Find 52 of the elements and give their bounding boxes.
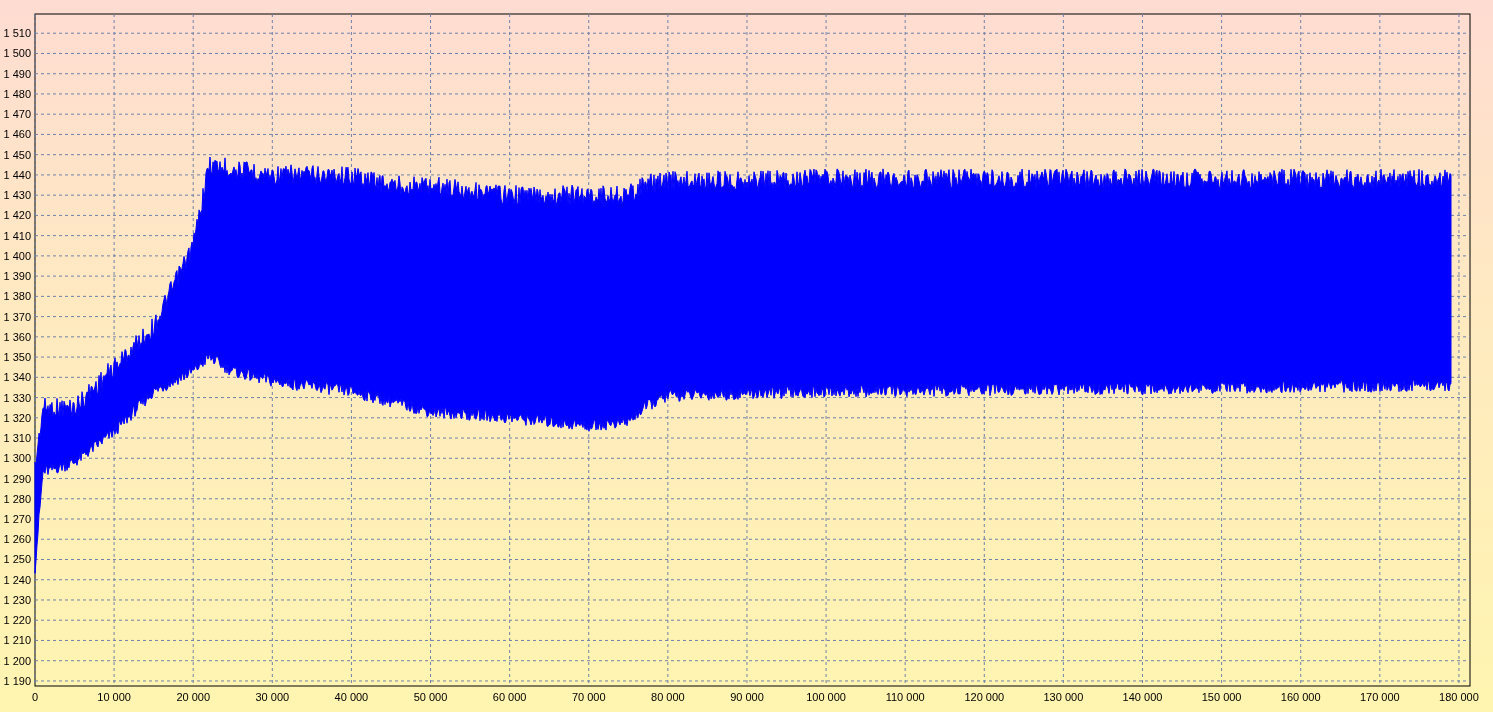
x-tick-label: 170 000 bbox=[1359, 691, 1400, 703]
y-tick-label: 1 250 bbox=[3, 553, 31, 566]
y-tick-label: 1 370 bbox=[3, 310, 31, 323]
y-tick-label: 1 360 bbox=[3, 330, 31, 343]
x-tick-label: 100 000 bbox=[806, 691, 846, 703]
y-tick-label: 1 490 bbox=[3, 67, 31, 80]
y-tick-label: 1 440 bbox=[3, 168, 31, 181]
y-tick-label: 1 400 bbox=[3, 249, 31, 262]
y-tick-label: 1 500 bbox=[3, 47, 31, 60]
y-tick-label: 1 410 bbox=[3, 229, 31, 242]
x-tick-label: 160 000 bbox=[1280, 691, 1321, 703]
x-tick-label: 90 000 bbox=[730, 691, 764, 703]
y-tick-label: 1 450 bbox=[3, 148, 31, 161]
x-tick-label: 80 000 bbox=[651, 691, 685, 703]
x-tick-label: 10 000 bbox=[97, 691, 131, 703]
x-tick-label: 0 bbox=[31, 691, 39, 703]
y-tick-label: 1 190 bbox=[3, 674, 31, 687]
x-tick-label: 70 000 bbox=[571, 691, 606, 703]
x-tick-label: 110 000 bbox=[885, 691, 925, 703]
y-tick-label: 1 300 bbox=[3, 452, 31, 465]
y-tick-label: 1 380 bbox=[3, 290, 31, 303]
x-tick-label: 30 000 bbox=[255, 691, 290, 703]
y-tick-label: 1 280 bbox=[3, 492, 31, 505]
y-tick-label: 1 220 bbox=[3, 614, 31, 627]
y-tick-label: 1 470 bbox=[3, 108, 31, 121]
y-tick-label: 1 260 bbox=[3, 533, 31, 546]
y-tick-label: 1 290 bbox=[3, 472, 31, 485]
y-tick-label: 1 350 bbox=[3, 351, 31, 364]
y-tick-label: 1 310 bbox=[3, 432, 31, 445]
y-tick-label: 1 460 bbox=[3, 128, 31, 141]
x-tick-label: 180 000 bbox=[1439, 691, 1479, 703]
y-tick-label: 1 230 bbox=[3, 594, 31, 606]
x-tick-label: 140 000 bbox=[1122, 691, 1163, 703]
y-tick-label: 1 320 bbox=[3, 411, 31, 424]
x-tick-label: 120 000 bbox=[964, 691, 1005, 703]
y-tick-label: 1 330 bbox=[3, 391, 31, 404]
x-tick-label: 50 000 bbox=[413, 691, 448, 703]
y-tick-label: 1 200 bbox=[3, 654, 31, 667]
y-tick-label: 1 430 bbox=[3, 189, 31, 202]
y-tick-label: 1 420 bbox=[3, 209, 31, 222]
y-tick-label: 1 340 bbox=[3, 371, 31, 384]
y-tick-label: 1 390 bbox=[3, 270, 31, 283]
y-tick-label: 1 270 bbox=[3, 513, 31, 525]
y-tick-label: 1 480 bbox=[3, 87, 31, 100]
y-tick-label: 1 210 bbox=[3, 634, 31, 647]
y-tick-label: 1 240 bbox=[3, 573, 31, 586]
x-tick-label: 150 000 bbox=[1201, 691, 1242, 703]
x-tick-label: 20 000 bbox=[176, 691, 211, 703]
x-tick-label: 60 000 bbox=[492, 691, 527, 703]
y-tick-label: 1 510 bbox=[3, 27, 31, 40]
x-tick-label: 40 000 bbox=[334, 691, 369, 703]
x-tick-label: 130 000 bbox=[1043, 691, 1084, 703]
